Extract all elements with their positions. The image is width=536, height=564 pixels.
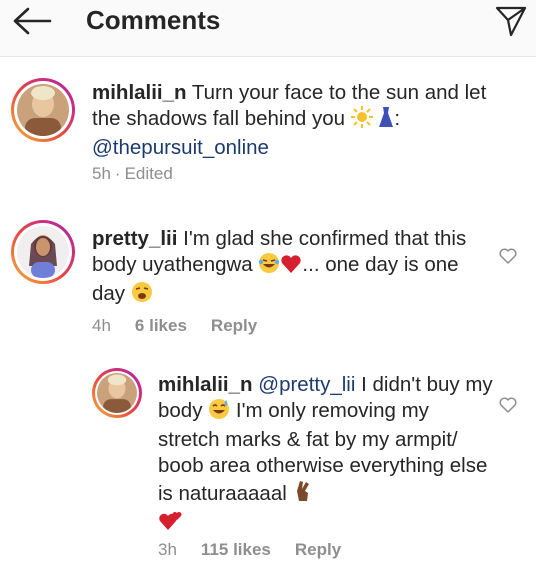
header-bar: Comments	[0, 0, 536, 57]
paper-plane-icon[interactable]	[494, 4, 528, 38]
two-hearts-emoji-icon	[158, 510, 184, 539]
username[interactable]: pretty_lii	[92, 227, 177, 250]
username[interactable]: mihlalii_n	[92, 81, 187, 104]
comment-item: pretty_lii I'm glad she confirmed that t…	[0, 196, 536, 346]
mention-link[interactable]: @pretty_lii	[258, 373, 355, 396]
timestamp: 4h	[92, 316, 111, 335]
edited-label: Edited	[124, 164, 173, 183]
timestamp: 3h	[158, 540, 177, 559]
like-heart-icon[interactable]	[499, 247, 517, 265]
caption-meta: 5h · Edited	[92, 164, 173, 183]
avatar-photo	[17, 226, 69, 278]
avatar[interactable]	[11, 78, 75, 142]
reply-button[interactable]: Reply	[295, 540, 341, 559]
caption-comment: mihlalii_n Turn your face to the sun and…	[0, 56, 536, 196]
reply-button[interactable]: Reply	[211, 316, 257, 335]
laughing-emoji-icon	[258, 252, 280, 281]
reply-item: mihlalii_n @pretty_lii I didn't buy my b…	[0, 346, 536, 564]
avatar[interactable]	[92, 368, 142, 418]
comment-meta: 3h 115 likes Reply	[158, 540, 365, 560]
likes-count[interactable]: 6 likes	[135, 316, 187, 335]
caption-text: mihlalii_n Turn your face to the sun and…	[92, 81, 487, 159]
sweat-smile-emoji-icon	[208, 398, 230, 427]
weary-emoji-icon	[131, 281, 153, 310]
mention-link[interactable]: @thepursuit_online	[92, 136, 269, 159]
red-heart-emoji-icon	[280, 254, 302, 281]
comment-text: pretty_lii I'm glad she confirmed that t…	[92, 226, 492, 310]
username[interactable]: mihlalii_n	[158, 373, 253, 396]
likes-count[interactable]: 115 likes	[201, 540, 271, 559]
arrow-left-icon[interactable]	[10, 6, 54, 36]
comment-text: mihlalii_n @pretty_lii I didn't buy my b…	[158, 372, 493, 539]
page-title: Comments	[86, 5, 221, 35]
comment-meta: 4h 6 likes Reply	[92, 316, 281, 336]
like-heart-icon[interactable]	[499, 396, 517, 414]
dress-emoji-icon	[378, 106, 394, 135]
timestamp: 5h	[92, 164, 111, 183]
avatar[interactable]	[11, 220, 75, 284]
avatar-photo	[17, 84, 69, 136]
avatar-photo	[97, 373, 137, 413]
sun-emoji-icon	[350, 106, 373, 135]
crossed-fingers-emoji-icon	[293, 479, 313, 510]
